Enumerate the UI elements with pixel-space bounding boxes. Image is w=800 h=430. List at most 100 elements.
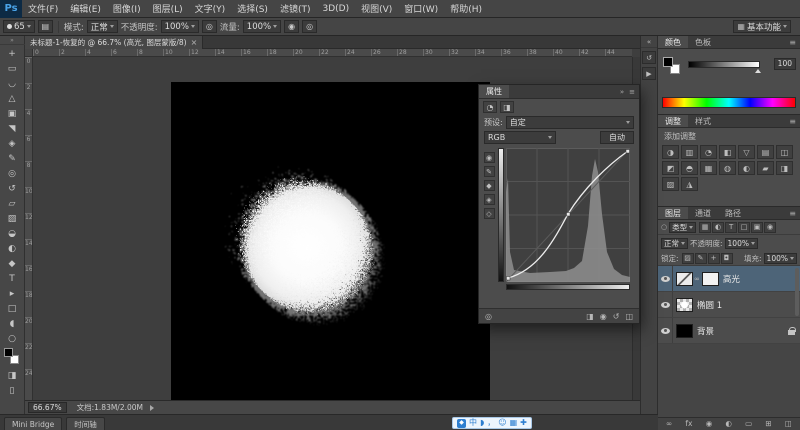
visibility-icon[interactable]: ◉ (600, 312, 607, 321)
layer-row-ellipse[interactable]: 椭圆 1 (658, 292, 800, 318)
workspace-switcher[interactable]: ▦基本功能 (733, 20, 791, 33)
link-layers-icon[interactable]: ∞ (666, 420, 672, 428)
status-menu-arrow[interactable] (150, 405, 154, 411)
new-group-icon[interactable]: ▭ (745, 420, 752, 428)
layer-row-background[interactable]: 背景 (658, 318, 800, 344)
layer-opacity-select[interactable]: 100% (725, 238, 758, 249)
levels-adjustment-icon[interactable]: ▥ (681, 145, 698, 159)
brightness-contrast-adjustment-icon[interactable]: ◑ (662, 145, 679, 159)
blur-tool[interactable]: ◒ (2, 226, 23, 241)
invert-adjustment-icon[interactable]: ◐ (738, 161, 755, 175)
targeted-adjustment-icon[interactable]: ◎ (485, 312, 492, 321)
tab-channels[interactable]: 通道 (688, 207, 718, 219)
curve-editor[interactable] (506, 148, 630, 282)
layer-name[interactable]: 高光 (723, 273, 740, 285)
opacity-select[interactable]: 100% (161, 20, 199, 33)
edit-points-tool-icon[interactable]: ◉ (484, 152, 495, 163)
flow-select[interactable]: 100% (243, 20, 281, 33)
lock-transparency-icon[interactable]: ▨ (682, 253, 694, 264)
preset-select[interactable]: 自定 (506, 116, 634, 129)
menu-item[interactable]: 滤镜(T) (274, 0, 317, 18)
lasso-tool[interactable]: ◡ (2, 76, 23, 91)
color-spectrum-bar[interactable] (662, 97, 796, 108)
layer-effects-icon[interactable]: fx (685, 420, 692, 428)
blend-mode-select[interactable]: 正常 (87, 20, 118, 33)
foreground-color-swatch[interactable] (4, 348, 13, 357)
menu-item[interactable]: 图像(I) (107, 0, 147, 18)
draw-curve-pencil-icon[interactable]: ✎ (484, 166, 495, 177)
gradient-tool[interactable]: ▨ (2, 211, 23, 226)
bottom-panel-tab[interactable]: 时间轴 (66, 417, 105, 430)
crop-tool[interactable]: ▣ (2, 106, 23, 121)
tab-paths[interactable]: 路径 (718, 207, 748, 219)
delete-layer-icon[interactable]: ◫ (785, 420, 792, 428)
curves-properties-icon[interactable]: ◔ (483, 101, 497, 113)
document-tab[interactable]: 未标题-1-恢复的 @ 66.7% (高光, 图层蒙版/8) × (25, 36, 203, 49)
visibility-toggle[interactable] (658, 318, 673, 343)
add-adjustment-layer-icon[interactable]: ◐ (725, 420, 732, 428)
color-balance-adjustment-icon[interactable]: ◫ (776, 145, 793, 159)
panel-menu-icon[interactable]: ≡ (789, 207, 796, 219)
tab-adjustments[interactable]: 调整 (658, 115, 688, 127)
hand-tool[interactable]: ◖ (2, 316, 23, 331)
menu-item[interactable]: 图层(L) (147, 0, 189, 18)
filter-switch-icon[interactable]: ◉ (764, 222, 776, 233)
filter-type-select[interactable]: 类型 (669, 222, 696, 233)
delete-icon[interactable]: ◫ (625, 312, 633, 321)
black-white-adjustment-icon[interactable]: ◩ (662, 161, 679, 175)
threshold-adjustment-icon[interactable]: ◨ (776, 161, 793, 175)
lock-paint-icon[interactable]: ✎ (695, 253, 707, 264)
brush-preset-picker[interactable]: 65 (3, 20, 35, 33)
screen-mode-button[interactable]: ▯ (2, 383, 23, 398)
photo-filter-adjustment-icon[interactable]: ◓ (681, 161, 698, 175)
layer-list-scrollbar[interactable] (795, 268, 799, 316)
quick-mask-button[interactable]: ◨ (2, 368, 23, 383)
layer-thumbnail[interactable] (676, 298, 693, 312)
toggle-brush-panel-icon[interactable]: ▤ (38, 20, 53, 33)
vibrance-adjustment-icon[interactable]: ▽ (738, 145, 755, 159)
layer-row-highlight[interactable]: ∞ 高光 (658, 266, 800, 292)
lock-all-icon[interactable]: ◘ (721, 253, 733, 264)
actions-panel-icon[interactable]: ▶ (642, 67, 656, 80)
pen-tool[interactable]: ◆ (2, 256, 23, 271)
menu-item[interactable]: 3D(D) (316, 0, 355, 18)
ime-punctuation-toggle[interactable]: ， (487, 419, 495, 427)
brush-tool[interactable]: ✎ (2, 151, 23, 166)
color-swatches[interactable] (2, 348, 22, 366)
rectangular-marquee-tool[interactable]: ▭ (2, 61, 23, 76)
menu-item[interactable]: 帮助(H) (444, 0, 488, 18)
toolbar-collapse-button[interactable]: » (0, 36, 25, 45)
tab-properties[interactable]: 属性 (479, 85, 509, 98)
path-selection-tool[interactable]: ▸ (2, 286, 23, 301)
exposure-adjustment-icon[interactable]: ◧ (719, 145, 736, 159)
menu-item[interactable]: 文字(Y) (189, 0, 232, 18)
clone-stamp-tool[interactable]: ◎ (2, 166, 23, 181)
panel-menu-icon[interactable]: ≡ (789, 36, 796, 48)
masks-properties-icon[interactable]: ◨ (500, 101, 514, 113)
tab-swatches[interactable]: 色板 (688, 36, 718, 48)
zoom-tool[interactable]: ○ (2, 331, 23, 346)
gray-slider[interactable] (688, 61, 760, 68)
bottom-panel-tab[interactable]: Mini Bridge (4, 417, 62, 430)
menu-item[interactable]: 选择(S) (231, 0, 274, 18)
ime-settings-button[interactable]: ✚ (520, 419, 527, 427)
ime-chinese-english-toggle[interactable]: 中 (469, 419, 477, 427)
panel-menu-icon[interactable]: ≡ (789, 115, 796, 127)
posterize-adjustment-icon[interactable]: ▰ (757, 161, 774, 175)
eyedropper-tool[interactable]: ◥ (2, 121, 23, 136)
dodge-tool[interactable]: ◐ (2, 241, 23, 256)
layer-mask-thumbnail[interactable] (702, 272, 719, 286)
tab-styles[interactable]: 样式 (688, 115, 718, 127)
layer-blend-mode-select[interactable]: 正常 (661, 238, 688, 249)
move-tool[interactable]: + (2, 46, 23, 61)
filter-type-layers-icon[interactable]: T (725, 222, 737, 233)
selective-color-adjustment-icon[interactable]: ◮ (681, 177, 698, 191)
curves-adjustment-icon[interactable]: ◔ (700, 145, 717, 159)
close-tab-icon[interactable]: × (191, 38, 198, 47)
new-layer-icon[interactable]: ⊞ (765, 420, 771, 428)
filter-adjustment-layers-icon[interactable]: ◐ (712, 222, 724, 233)
gray-value[interactable]: 100 (774, 58, 796, 70)
ime-fullwidth-toggle[interactable]: ◗ (480, 419, 484, 427)
add-layer-mask-icon[interactable]: ◉ (706, 420, 713, 428)
airbrush-icon[interactable]: ◉ (284, 20, 299, 33)
